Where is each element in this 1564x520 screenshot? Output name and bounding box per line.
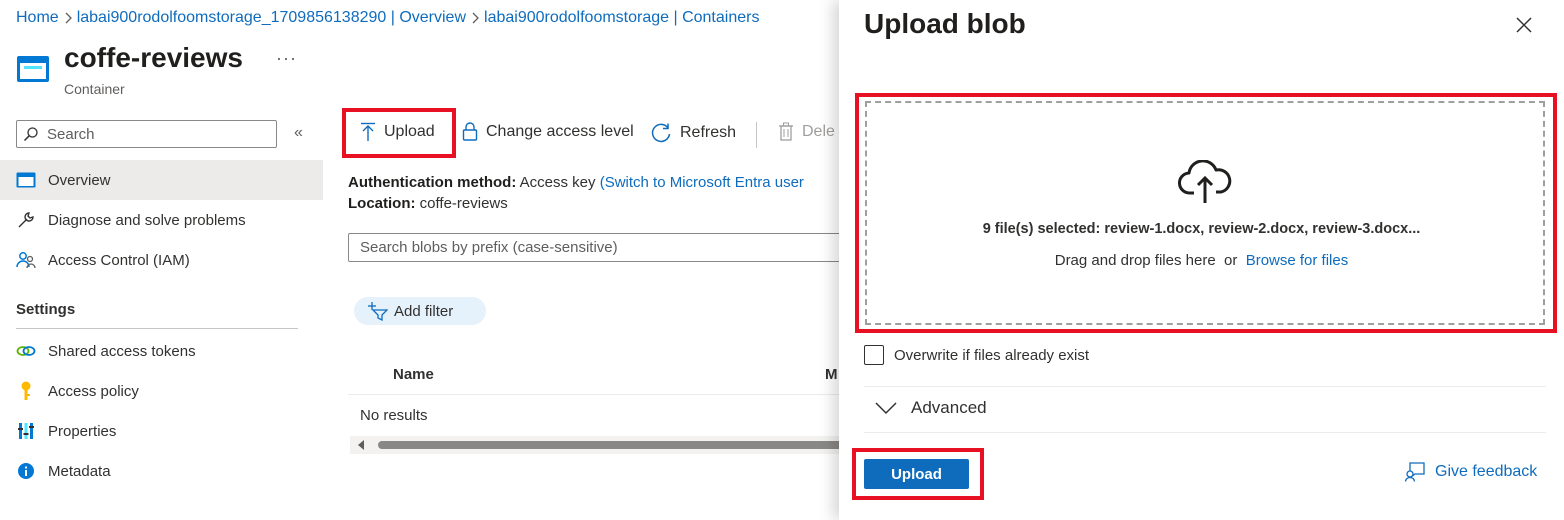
add-filter-button[interactable]: Add filter (354, 297, 486, 325)
advanced-label: Advanced (911, 398, 987, 417)
blob-search-input[interactable] (358, 238, 832, 257)
link-icon (16, 344, 36, 358)
chevron-right-icon (466, 12, 484, 24)
sidebar-item-label: Access policy (48, 382, 139, 400)
sidebar-item-label: Overview (48, 171, 111, 189)
breadcrumb: Home labai900rodolfoomstorage_1709856138… (16, 9, 759, 27)
empty-results: No results (360, 407, 428, 424)
breadcrumb-containers[interactable]: labai900rodolfoomstorage | Containers (484, 9, 759, 27)
delete-button[interactable]: Dele (778, 122, 835, 142)
overwrite-label: Overwrite if files already exist (894, 346, 1090, 364)
close-icon[interactable] (1513, 14, 1535, 36)
divider (864, 386, 1546, 387)
location-value: coffe-reviews (419, 195, 508, 212)
lock-icon (462, 122, 478, 142)
change-access-level-button[interactable]: Change access level (462, 122, 634, 142)
filter-add-icon (366, 301, 388, 321)
feedback-icon (1405, 462, 1425, 482)
container-icon (16, 172, 36, 188)
panel-title: Upload blob (864, 8, 1026, 39)
upload-blob-panel: Upload blob 9 file(s) selected: review-1… (839, 0, 1564, 520)
trash-icon (778, 122, 794, 142)
people-icon (16, 251, 36, 269)
change-access-label: Change access level (486, 123, 634, 140)
info-icon (16, 462, 36, 480)
sidebar-item-diagnose[interactable]: Diagnose and solve problems (0, 200, 323, 240)
scroll-left-icon[interactable] (358, 440, 364, 450)
drag-drop-text: Drag and drop files here or Browse for f… (839, 252, 1564, 269)
collapse-sidebar-button[interactable]: « (294, 124, 303, 142)
overwrite-checkbox[interactable] (864, 345, 884, 365)
breadcrumb-storage-overview[interactable]: labai900rodolfoomstorage_1709856138290 |… (77, 9, 466, 27)
horizontal-scrollbar[interactable] (350, 436, 848, 454)
page-subtitle: Container (64, 81, 125, 97)
sidebar-item-access-control[interactable]: Access Control (IAM) (0, 240, 323, 280)
more-options-button[interactable]: ··· (276, 48, 297, 69)
refresh-label: Refresh (680, 124, 737, 141)
upload-toolbar-button[interactable]: Upload (360, 122, 435, 142)
sidebar-search[interactable] (16, 120, 277, 148)
breadcrumb-home[interactable]: Home (16, 9, 59, 27)
delete-label: Dele (802, 123, 835, 140)
column-header-modified[interactable]: M (825, 366, 838, 383)
browse-files-link[interactable]: Browse for files (1246, 252, 1349, 269)
settings-section-header: Settings (16, 301, 76, 318)
refresh-icon (650, 122, 672, 144)
location: Location: coffe-reviews (348, 195, 508, 212)
divider (864, 432, 1546, 433)
advanced-section-toggle[interactable]: Advanced (875, 398, 987, 418)
sidebar-item-label: Diagnose and solve problems (48, 211, 246, 229)
location-label: Location: (348, 195, 416, 212)
auth-label: Authentication method: (348, 174, 517, 191)
sidebar-item-label: Properties (48, 422, 117, 440)
search-icon (23, 126, 39, 142)
sidebar-item-properties[interactable]: Properties (0, 411, 323, 451)
upload-label: Upload (384, 123, 435, 140)
sidebar-item-shared-access-tokens[interactable]: Shared access tokens (0, 331, 323, 371)
chevron-down-icon (875, 401, 897, 415)
give-feedback-label: Give feedback (1435, 463, 1538, 480)
sidebar-item-label: Access Control (IAM) (48, 251, 190, 269)
or-label: or (1224, 252, 1238, 269)
selected-files-text: 9 file(s) selected: review-1.docx, revie… (982, 221, 1421, 237)
toolbar-divider (756, 122, 757, 148)
sidebar-search-input[interactable] (45, 124, 249, 144)
key-icon (16, 381, 36, 401)
cloud-upload-icon (1178, 160, 1232, 204)
drag-drop-label: Drag and drop files here (1054, 252, 1216, 269)
sidebar-item-label: Metadata (48, 462, 111, 480)
sidebar-item-metadata[interactable]: Metadata (0, 451, 323, 491)
blob-search-field[interactable] (348, 233, 848, 262)
chevron-right-icon (59, 12, 77, 24)
column-header-name[interactable]: Name (393, 366, 434, 383)
sidebar-item-access-policy[interactable]: Access policy (0, 371, 323, 411)
upload-submit-button[interactable]: Upload (864, 459, 969, 489)
file-drop-zone[interactable] (865, 101, 1545, 325)
auth-value: Access key (519, 174, 596, 191)
scrollbar-thumb[interactable] (378, 441, 848, 449)
add-filter-label: Add filter (394, 302, 454, 320)
refresh-button[interactable]: Refresh (650, 122, 736, 144)
give-feedback-link[interactable]: Give feedback (1405, 462, 1537, 482)
upload-arrow-icon (360, 122, 376, 142)
page-title: coffe-reviews (64, 42, 243, 73)
sidebar-item-label: Shared access tokens (48, 342, 196, 360)
bars-icon (16, 422, 36, 440)
switch-auth-link[interactable]: (Switch to Microsoft Entra user (600, 174, 804, 191)
divider (16, 328, 298, 329)
container-icon (16, 55, 50, 83)
sidebar-item-overview[interactable]: Overview (0, 160, 323, 200)
wrench-icon (16, 211, 36, 229)
authentication-method: Authentication method: Access key (Switc… (348, 174, 804, 191)
overwrite-option[interactable]: Overwrite if files already exist (864, 345, 1089, 365)
